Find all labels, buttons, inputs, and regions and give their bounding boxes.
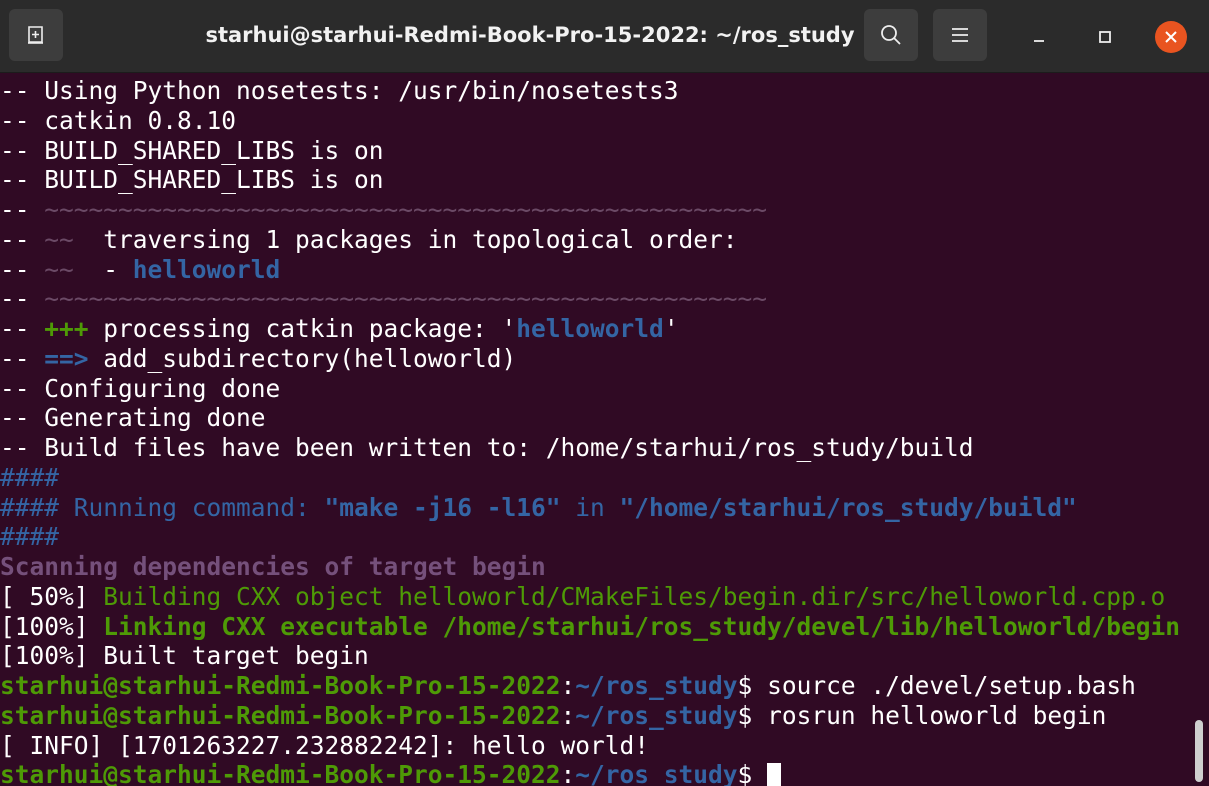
terminal-line: -- Configuring done xyxy=(0,373,281,403)
link-step: Linking CXX executable /home/starhui/ros… xyxy=(103,611,1181,641)
package-name: helloworld xyxy=(132,254,281,284)
terminal-line: #### xyxy=(0,522,60,552)
menu-button[interactable] xyxy=(933,9,987,61)
prompt-user: starhui@starhui-Redmi-Book-Pro-15-2022 xyxy=(0,671,561,700)
terminal-line: Scanning dependencies of target begin xyxy=(0,552,546,581)
progress-prefix: [ 50%] xyxy=(0,581,104,611)
terminal-line: -- Generating done xyxy=(0,403,266,433)
directory-string: "/home/starhui/ros_study/build" xyxy=(619,492,1077,522)
line-text: add_subdirectory(helloworld) xyxy=(88,343,517,373)
title-bar: starhui@starhui-Redmi-Book-Pro-15-2022: … xyxy=(0,0,1209,73)
tilde-marker: ~~ xyxy=(44,224,74,254)
prompt-dollar: $ xyxy=(737,760,768,786)
progress-prefix: [100%] xyxy=(0,611,104,641)
prompt-dollar: $ xyxy=(737,700,768,730)
prompt-user: starhui@starhui-Redmi-Book-Pro-15-2022 xyxy=(0,760,561,786)
tilde-separator: ~~~~~~~~~~~~~~~~~~~~~~~~~~~~~~~~~~~~~~~~… xyxy=(44,195,768,224)
command-text: rosrun helloworld begin xyxy=(767,700,1107,730)
terminal-line: #### xyxy=(0,462,60,492)
line-prefix: -- xyxy=(0,224,45,254)
prompt-path: ~/ros_study xyxy=(575,671,738,700)
plus-marker: +++ xyxy=(44,314,89,343)
command-text: source ./devel/setup.bash xyxy=(767,671,1136,700)
minimize-icon xyxy=(1034,40,1044,42)
line-text: traversing 1 packages in topological ord… xyxy=(73,224,738,254)
search-button[interactable] xyxy=(864,9,918,61)
line-text: #### Running command: xyxy=(0,492,325,522)
prompt-colon: : xyxy=(560,671,576,700)
command-string: "make -j16 -l16" xyxy=(324,492,561,522)
arrow-marker: ==> xyxy=(44,343,89,373)
new-tab-icon xyxy=(28,26,43,44)
line-prefix: -- xyxy=(0,314,45,343)
terminal-line: -- catkin 0.8.10 xyxy=(0,105,237,135)
terminal-line: [ 50%] Building CXX object helloworld/CM… xyxy=(0,582,1209,612)
line-text: - xyxy=(73,254,133,284)
package-name: helloworld xyxy=(516,314,664,343)
maximize-icon xyxy=(1099,31,1111,43)
line-text: in xyxy=(560,492,620,522)
maximize-button[interactable] xyxy=(1089,21,1121,53)
scrollbar[interactable] xyxy=(1195,720,1203,782)
tilde-separator: ~~~~~~~~~~~~~~~~~~~~~~~~~~~~~~~~~~~~~~~~… xyxy=(44,284,768,314)
line-prefix: -- xyxy=(0,254,45,284)
terminal-line: starhui@starhui-Redmi-Book-Pro-15-2022:~… xyxy=(0,701,1209,731)
line-text: ' xyxy=(663,314,679,343)
terminal-line: [100%] Linking CXX executable /home/star… xyxy=(0,612,1209,642)
prompt-user: starhui@starhui-Redmi-Book-Pro-15-2022 xyxy=(0,700,561,730)
terminal-line: -- ~~ traversing 1 packages in topologic… xyxy=(0,225,1209,255)
terminal-line: -- ~~~~~~~~~~~~~~~~~~~~~~~~~~~~~~~~~~~~~… xyxy=(0,195,1209,225)
new-tab-button[interactable] xyxy=(9,9,63,61)
prompt-path: ~/ros_study xyxy=(575,700,738,730)
minimize-button[interactable] xyxy=(1023,21,1055,53)
terminal-line: #### Running command: "make -j16 -l16" i… xyxy=(0,493,1209,523)
terminal-output[interactable]: -- Using Python nosetests: /usr/bin/nose… xyxy=(0,76,1209,786)
hamburger-menu-icon xyxy=(952,28,968,42)
close-button[interactable] xyxy=(1155,21,1187,53)
terminal-line: -- ~~~~~~~~~~~~~~~~~~~~~~~~~~~~~~~~~~~~~… xyxy=(0,284,1209,314)
line-text: processing catkin package: ' xyxy=(88,314,517,343)
terminal-line: -- ==> add_subdirectory(helloworld) xyxy=(0,344,1209,374)
search-icon xyxy=(881,25,901,45)
terminal-line: -- ~~ - helloworld xyxy=(0,255,1209,285)
tilde-marker: ~~ xyxy=(44,254,74,284)
prompt-dollar: $ xyxy=(737,671,768,700)
terminal-line: -- BUILD_SHARED_LIBS is on xyxy=(0,135,384,165)
prompt-colon: : xyxy=(560,700,576,730)
build-step: Building CXX object helloworld/CMakeFile… xyxy=(103,581,1166,611)
terminal-line: -- BUILD_SHARED_LIBS is on xyxy=(0,165,384,195)
text-cursor xyxy=(767,763,782,786)
line-prefix: -- xyxy=(0,284,45,314)
terminal-line: -- Build files have been written to: /ho… xyxy=(0,433,974,462)
terminal-line: [ INFO] [1701263227.232882242]: hello wo… xyxy=(0,730,650,760)
terminal-line: starhui@starhui-Redmi-Book-Pro-15-2022:~… xyxy=(0,760,1209,786)
close-icon xyxy=(1165,31,1177,43)
terminal-line: starhui@starhui-Redmi-Book-Pro-15-2022:~… xyxy=(0,671,1209,701)
terminal-line: -- Using Python nosetests: /usr/bin/nose… xyxy=(0,76,679,105)
terminal-line: [100%] Built target begin xyxy=(0,641,369,671)
line-prefix: -- xyxy=(0,343,45,373)
prompt-colon: : xyxy=(560,760,576,786)
line-prefix: -- xyxy=(0,195,45,224)
terminal-line: -- +++ processing catkin package: 'hello… xyxy=(0,314,1209,344)
window-title: starhui@starhui-Redmi-Book-Pro-15-2022: … xyxy=(205,23,855,47)
prompt-path: ~/ros_study xyxy=(575,760,738,786)
